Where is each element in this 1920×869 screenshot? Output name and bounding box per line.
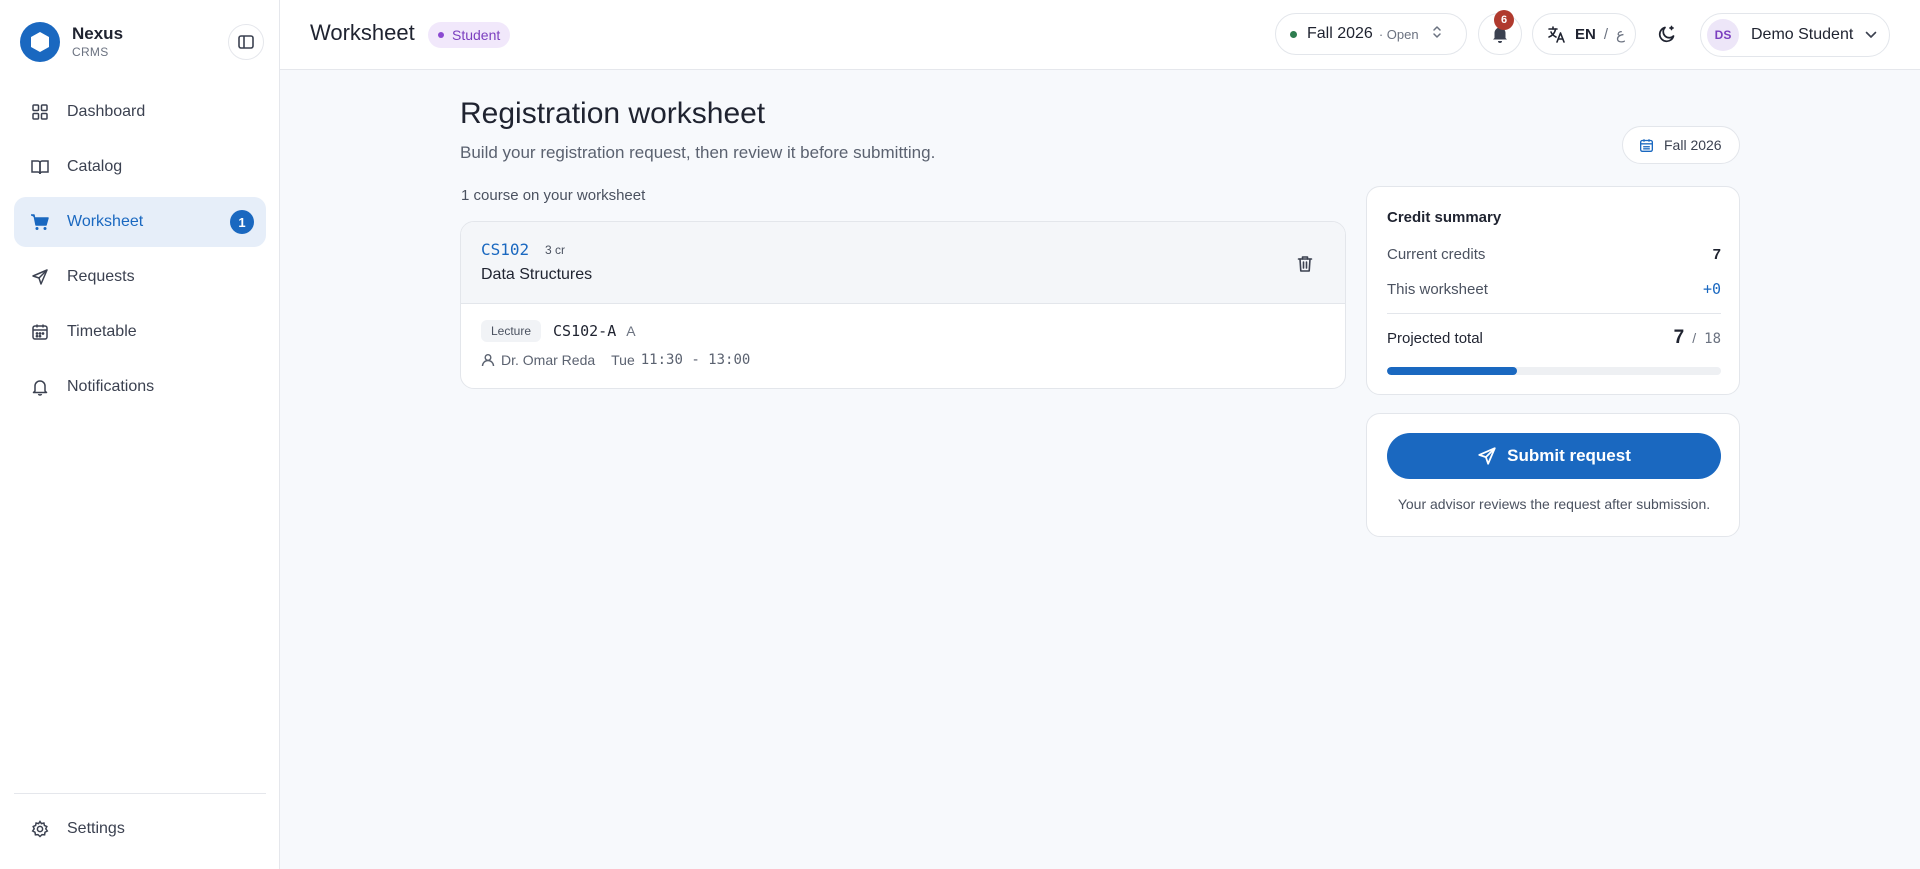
collapse-sidebar-button[interactable] bbox=[228, 24, 264, 60]
submit-request-label: Submit request bbox=[1507, 446, 1631, 465]
sidebar-item-catalog[interactable]: Catalog bbox=[14, 142, 266, 192]
projected-total-label: Projected total bbox=[1387, 329, 1483, 347]
term-name: Fall 2026 bbox=[1307, 25, 1373, 42]
sidebar-item-label: Worksheet bbox=[67, 213, 144, 230]
avatar: DS bbox=[1707, 19, 1739, 51]
sidebar-item-label: Timetable bbox=[67, 323, 137, 340]
sidebar-item-label: Notifications bbox=[67, 378, 155, 395]
grid-icon bbox=[30, 102, 50, 122]
meeting-time: 11:30 - 13:00 bbox=[640, 352, 751, 368]
section-code: CS102-A bbox=[553, 322, 617, 340]
credit-divider bbox=[1387, 313, 1721, 314]
submit-note: Your advisor reviews the request after s… bbox=[1397, 496, 1711, 512]
moon-icon bbox=[1658, 25, 1675, 43]
notification-count-badge: 6 bbox=[1494, 10, 1514, 30]
lang-ar: ع bbox=[1616, 26, 1625, 43]
chevron-down-icon bbox=[1865, 26, 1877, 44]
submit-request-button[interactable]: Submit request bbox=[1387, 433, 1721, 479]
sidebar: Nexus CRMS Dashboard Catalog Worksheet 1 bbox=[0, 0, 280, 869]
course-title: Data Structures bbox=[481, 266, 593, 283]
current-credits-value: 7 bbox=[1712, 246, 1721, 263]
book-icon bbox=[30, 157, 50, 177]
sidebar-item-label: Requests bbox=[67, 268, 135, 285]
worksheet-heading: Registration worksheet bbox=[460, 97, 766, 130]
role-badge: Student bbox=[428, 22, 511, 48]
language-toggle[interactable]: EN / ع bbox=[1532, 13, 1636, 55]
chevron-up-down-icon bbox=[1431, 24, 1443, 45]
sidebar-toggle-icon bbox=[238, 35, 254, 49]
send-icon bbox=[30, 267, 50, 287]
sidebar-nav: Dashboard Catalog Worksheet 1 Requests T… bbox=[14, 87, 266, 417]
projected-total-number: 7 bbox=[1673, 327, 1685, 348]
brand-subtitle: CRMS bbox=[72, 45, 109, 59]
worksheet-subtitle: Build your registration request, then re… bbox=[460, 143, 936, 162]
send-icon bbox=[1478, 447, 1496, 465]
term-status: · Open bbox=[1378, 26, 1419, 42]
course-card: CS102 3 cr Data Structures Lecture CS102… bbox=[460, 221, 1346, 389]
role-dot-icon bbox=[438, 32, 444, 38]
term-chip-label: Fall 2026 bbox=[1664, 137, 1722, 153]
sidebar-item-dashboard[interactable]: Dashboard bbox=[14, 87, 266, 137]
theme-toggle-button[interactable] bbox=[1646, 13, 1688, 55]
trash-icon bbox=[1297, 256, 1313, 272]
course-card-header: CS102 3 cr Data Structures bbox=[461, 222, 1345, 304]
bell-icon bbox=[30, 377, 50, 397]
section-meta: Dr. Omar Reda Tue 11:30 - 13:00 bbox=[481, 352, 750, 368]
calendar-icon bbox=[30, 322, 50, 342]
section-type-badge: Lecture bbox=[481, 320, 542, 342]
calendar-icon bbox=[1640, 138, 1653, 152]
translate-icon bbox=[1548, 26, 1565, 43]
credit-progress-bar bbox=[1387, 367, 1721, 375]
course-code[interactable]: CS102 bbox=[481, 240, 529, 259]
sidebar-item-worksheet[interactable]: Worksheet 1 bbox=[14, 197, 266, 247]
credit-summary-title: Credit summary bbox=[1387, 209, 1502, 226]
projected-total-row: Projected total 7 / 18 bbox=[1387, 327, 1721, 349]
credit-progress-fill bbox=[1387, 367, 1517, 375]
sidebar-item-requests[interactable]: Requests bbox=[14, 252, 266, 302]
section-letter: A bbox=[626, 323, 636, 339]
brand-name: Nexus bbox=[72, 24, 124, 43]
role-label: Student bbox=[452, 27, 501, 43]
worksheet-count-badge: 1 bbox=[230, 210, 254, 234]
lang-separator: / bbox=[1603, 25, 1609, 43]
lang-en: EN bbox=[1575, 25, 1596, 43]
projected-total-max: 18 bbox=[1704, 331, 1721, 347]
sidebar-item-notifications[interactable]: Notifications bbox=[14, 362, 266, 412]
term-chip[interactable]: Fall 2026 bbox=[1622, 126, 1740, 164]
sidebar-item-label: Catalog bbox=[67, 158, 123, 175]
worksheet-credits-row: This worksheet +0 bbox=[1387, 280, 1721, 298]
sidebar-divider bbox=[14, 793, 266, 794]
user-name: Demo Student bbox=[1751, 26, 1854, 43]
worksheet-credits-value: +0 bbox=[1702, 280, 1721, 298]
sidebar-item-timetable[interactable]: Timetable bbox=[14, 307, 266, 357]
status-dot-icon bbox=[1290, 30, 1297, 38]
instructor-name: Dr. Omar Reda bbox=[501, 352, 596, 368]
section-row: Lecture CS102-A A bbox=[481, 320, 636, 342]
brand[interactable]: Nexus CRMS bbox=[20, 22, 123, 62]
course-credits: 3 cr bbox=[545, 243, 566, 257]
meeting-day: Tue bbox=[611, 352, 635, 368]
sidebar-item-label: Settings bbox=[67, 820, 125, 837]
user-menu-button[interactable]: DS Demo Student bbox=[1700, 13, 1890, 57]
notifications-button[interactable]: 6 bbox=[1478, 10, 1522, 55]
current-credits-row: Current credits 7 bbox=[1387, 246, 1721, 263]
worksheet-credits-label: This worksheet bbox=[1387, 280, 1488, 298]
projected-total-value: 7 / 18 bbox=[1674, 327, 1721, 349]
remove-course-button[interactable] bbox=[1293, 252, 1317, 276]
user-icon bbox=[481, 354, 495, 367]
sidebar-item-label: Dashboard bbox=[67, 103, 146, 120]
projected-total-separator: / bbox=[1692, 330, 1697, 346]
top-header: Worksheet Student Fall 2026 · Open 6 EN … bbox=[280, 0, 1920, 70]
sidebar-item-settings[interactable]: Settings bbox=[14, 804, 266, 854]
logo-icon bbox=[20, 22, 60, 62]
credit-summary-card: Credit summary Current credits 7 This wo… bbox=[1366, 186, 1740, 395]
worksheet-count: 1 course on your worksheet bbox=[461, 187, 646, 204]
gear-icon bbox=[30, 819, 50, 839]
term-selector[interactable]: Fall 2026 · Open bbox=[1275, 13, 1467, 55]
current-credits-label: Current credits bbox=[1387, 246, 1486, 263]
submit-card: Submit request Your advisor reviews the … bbox=[1366, 413, 1740, 537]
page-title: Worksheet bbox=[310, 20, 415, 45]
cart-icon bbox=[30, 212, 50, 232]
